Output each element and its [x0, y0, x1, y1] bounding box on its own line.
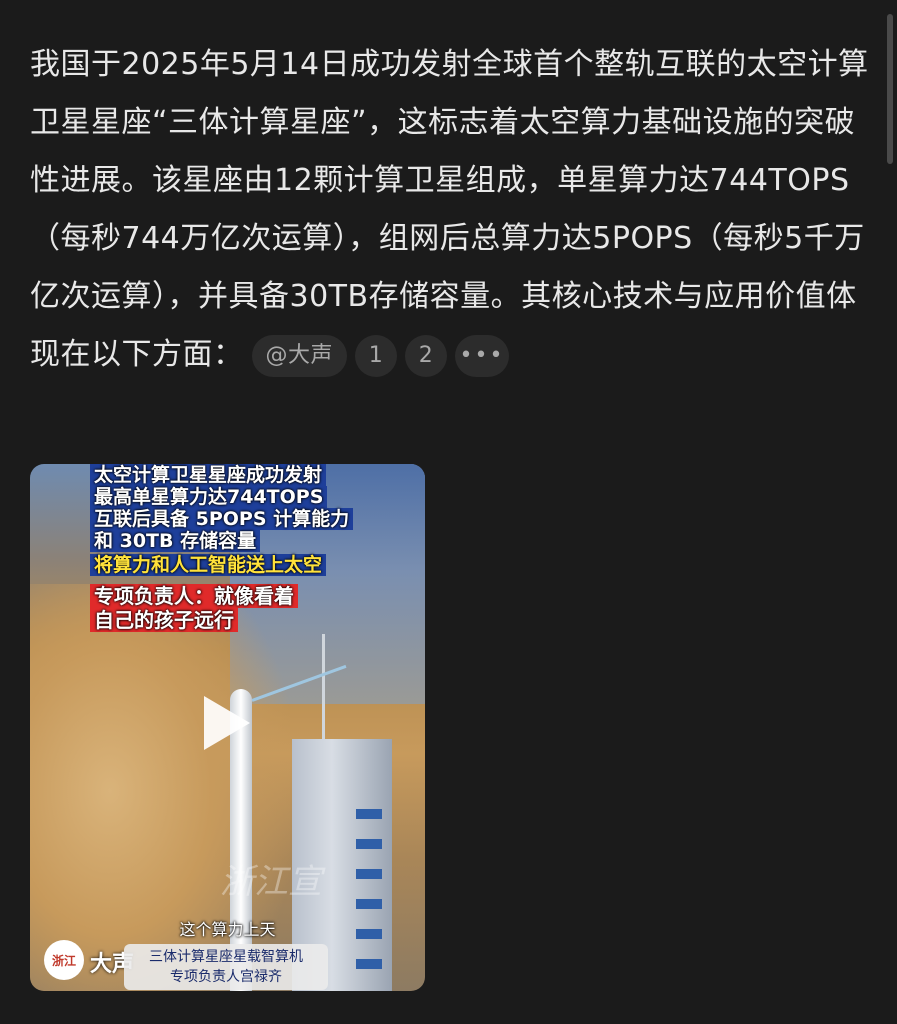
video-caption-line: 专项负责人宫禄齐 — [170, 969, 282, 985]
video-caption: 三体计算星座星载智算机 专项负责人宫禄齐 — [124, 944, 328, 990]
mention-chip[interactable]: @大声 — [251, 334, 348, 377]
channel-logo-icon: 浙江 — [44, 940, 84, 980]
post-body: 我国于2025年5月14日成功发射全球首个整轨互联的太空计算卫星星座“三体计算星… — [30, 36, 875, 384]
video-highlight: 将算力和人工智能送上太空 — [90, 554, 327, 576]
video-subtitle: 这个算力上天 — [179, 920, 276, 939]
video-quote-line: 自己的孩子远行 — [90, 608, 238, 632]
video-overlay-line: 太空计算卫星星座成功发射 — [90, 464, 327, 486]
launch-mast — [322, 634, 325, 744]
video-player[interactable]: 太空计算卫星星座成功发射 最高单星算力达744TOPS 互联后具备 5POPS … — [30, 464, 425, 991]
video-overlay-line: 最高单星算力达744TOPS — [90, 486, 328, 508]
tower-window — [356, 809, 382, 819]
reference-2[interactable]: 2 — [405, 334, 448, 377]
video-overlay-line: 互联后具备 5POPS 计算能力 — [90, 508, 354, 530]
scrollbar[interactable] — [887, 14, 893, 164]
tower-window — [356, 869, 382, 879]
video-watermark: 浙江宣 — [220, 862, 322, 902]
more-button[interactable]: ••• — [455, 334, 510, 377]
play-icon[interactable] — [204, 696, 250, 750]
tower-window — [356, 959, 382, 969]
reference-1[interactable]: 1 — [355, 334, 398, 377]
tower-window — [356, 899, 382, 909]
video-quote-line: 专项负责人：就像看着 — [90, 584, 298, 608]
video-caption-line: 三体计算星座星载智算机 — [149, 949, 303, 965]
tower-window — [356, 839, 382, 849]
post-body-text: 我国于2025年5月14日成功发射全球首个整轨互联的太空计算卫星星座“三体计算星… — [30, 47, 869, 372]
video-overlay-line: 和 30TB 存储容量 — [90, 530, 261, 552]
